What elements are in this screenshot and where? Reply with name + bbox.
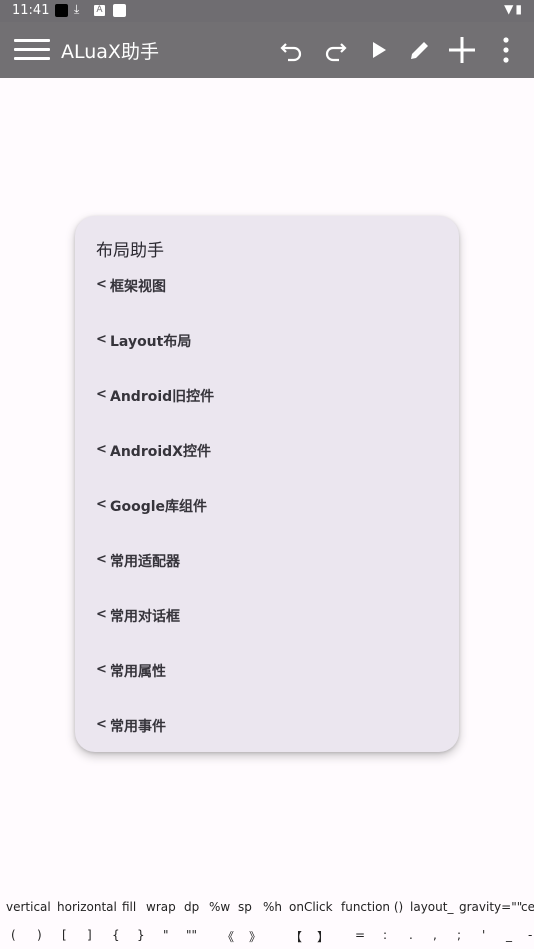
notification-square-icon (113, 4, 126, 17)
layout-helper-menu: 布局助手 < 框架视图 < Layout布局 < Android旧控件 < An… (75, 216, 459, 752)
download-icon: ⤓ (74, 2, 80, 16)
chevron-left-icon: < (96, 552, 107, 567)
symbol-key[interactable]: _ (506, 928, 512, 942)
symbol-key[interactable]: } (137, 928, 145, 942)
code-snippet-bar: vertical horizontal fill wrap dp %w sp %… (0, 900, 534, 918)
symbol-key[interactable]: { (112, 928, 120, 942)
menu-item-google-components[interactable]: < Google库组件 (75, 497, 459, 552)
snippet-key[interactable]: %h (263, 900, 282, 914)
menu-title: 布局助手 (96, 241, 164, 261)
menu-item-layout[interactable]: < Layout布局 (75, 332, 459, 387)
menu-item-label: 常用事件 (110, 719, 166, 735)
app-bar: ALuaX助手 (0, 22, 534, 78)
undo-icon[interactable] (277, 35, 307, 65)
symbol-key[interactable]: = (355, 928, 365, 942)
menu-item-label: Android旧控件 (110, 389, 215, 405)
menu-item-label: 框架视图 (110, 279, 166, 295)
symbol-key[interactable]: ; (457, 928, 461, 942)
menu-item-label: 常用对话框 (110, 609, 180, 625)
snippet-key[interactable]: fill (122, 900, 136, 914)
snippet-key[interactable]: sp (238, 900, 252, 914)
symbol-key[interactable]: - (528, 928, 532, 942)
menu-item-adapters[interactable]: < 常用适配器 (75, 552, 459, 607)
wifi-battery-icons: ▼▮ (504, 2, 524, 16)
snippet-key[interactable]: onClick (289, 900, 333, 914)
chevron-left-icon: < (96, 277, 107, 292)
symbol-key[interactable]: : (383, 928, 387, 942)
symbol-key[interactable]: [ (62, 928, 67, 942)
chevron-left-icon: < (96, 332, 107, 347)
menu-item-label: Layout布局 (110, 334, 192, 350)
status-bar: 11:41 ⤓ A ▼▮ (0, 0, 534, 22)
more-icon[interactable] (491, 35, 521, 65)
chevron-left-icon: < (96, 662, 107, 677)
snippet-key[interactable]: %w (209, 900, 230, 914)
menu-item-androidx-widgets[interactable]: < AndroidX控件 (75, 442, 459, 497)
symbol-key[interactable]: "" (186, 928, 197, 942)
app-title: ALuaX助手 (61, 41, 159, 63)
hamburger-menu-icon[interactable] (14, 39, 50, 61)
snippet-key[interactable]: vertical (6, 900, 51, 914)
symbol-key[interactable]: ' (482, 928, 485, 942)
symbol-key[interactable]: 》 (249, 928, 261, 945)
snippet-key[interactable]: wrap (146, 900, 176, 914)
notification-app-icon (55, 4, 68, 17)
symbol-key[interactable]: " (163, 928, 169, 942)
menu-item-label: AndroidX控件 (110, 444, 211, 460)
menu-item-label: Google库组件 (110, 499, 208, 515)
snippet-key[interactable]: ce (521, 900, 534, 914)
symbol-key[interactable]: . (409, 928, 413, 942)
snippet-key[interactable]: layout_ (410, 900, 453, 914)
snippet-key[interactable]: dp (184, 900, 199, 914)
menu-item-android-old-widgets[interactable]: < Android旧控件 (75, 387, 459, 442)
snippet-key[interactable]: horizontal (57, 900, 117, 914)
symbol-key[interactable]: 【 (290, 928, 302, 945)
symbol-key[interactable]: ) (37, 928, 42, 942)
chevron-left-icon: < (96, 607, 107, 622)
chevron-left-icon: < (96, 442, 107, 457)
symbol-key[interactable]: ( (11, 928, 16, 942)
symbol-key[interactable]: 《 (222, 928, 234, 945)
chevron-left-icon: < (96, 497, 107, 512)
menu-item-attributes[interactable]: < 常用属性 (75, 662, 459, 717)
menu-item-label: 常用属性 (110, 664, 166, 680)
add-icon[interactable] (447, 35, 477, 65)
menu-item-frame-view[interactable]: < 框架视图 (75, 277, 459, 332)
menu-item-label: 常用适配器 (110, 554, 180, 570)
notification-a-icon: A (94, 5, 105, 16)
run-icon[interactable] (364, 35, 394, 65)
chevron-left-icon: < (96, 387, 107, 402)
chevron-left-icon: < (96, 717, 107, 732)
snippet-key[interactable]: gravity="" (459, 900, 522, 914)
menu-item-events[interactable]: < 常用事件 (75, 717, 459, 772)
symbol-bar: ( ) [ ] { } " "" 《 》 【 】 = : . , ; ' _ - (0, 928, 534, 946)
edit-icon[interactable] (405, 35, 435, 65)
status-time: 11:41 (12, 3, 50, 18)
symbol-key[interactable]: , (433, 928, 437, 942)
menu-item-dialogs[interactable]: < 常用对话框 (75, 607, 459, 662)
redo-icon[interactable] (320, 35, 350, 65)
symbol-key[interactable]: ] (87, 928, 92, 942)
symbol-key[interactable]: 】 (317, 928, 329, 945)
snippet-key[interactable]: function () (341, 900, 403, 914)
